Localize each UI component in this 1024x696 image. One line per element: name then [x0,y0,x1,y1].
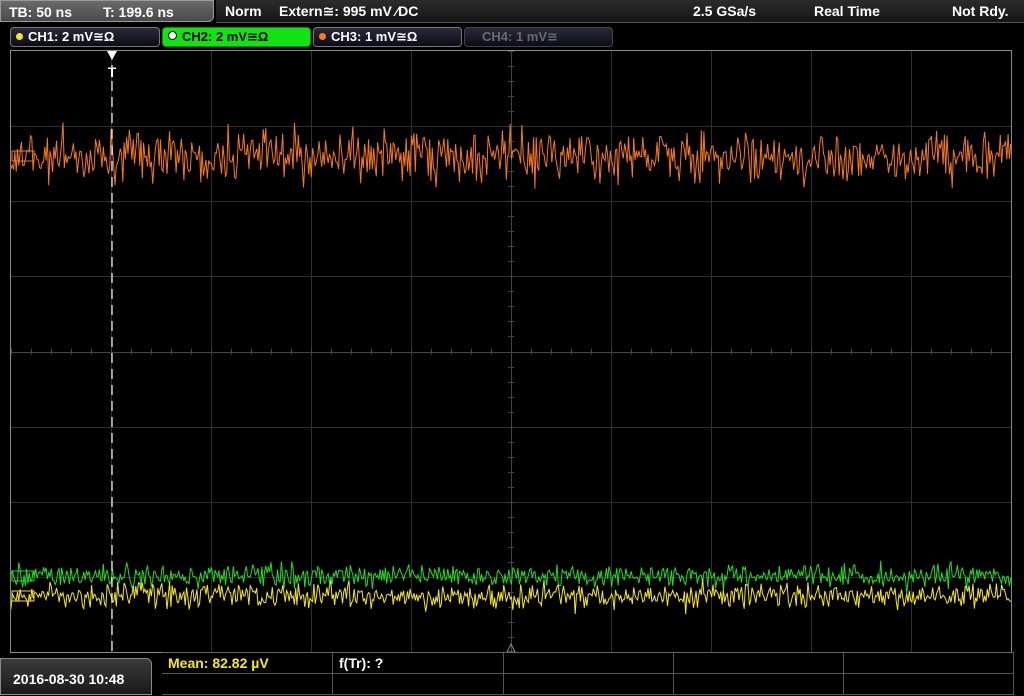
run-status: Not Rdy. [952,3,1009,19]
timebase-box[interactable]: TB: 50 ns T: 199.6 ns [0,0,214,22]
channel-3-tab[interactable]: CH3: 1 mV≅Ω [313,27,462,47]
waveform-canvas[interactable]: T [11,51,1011,652]
date-time: 2016-08-30 10:48 [13,671,125,687]
channel-1-tab[interactable]: CH1: 2 mV≅Ω [10,27,160,47]
measurement-cell-empty[interactable] [504,653,674,674]
trigger-marker-icon [107,51,117,60]
measurement-cell-empty[interactable] [162,674,333,695]
channel-3-dot-icon [319,33,326,40]
channel-3-trace [11,122,1011,189]
channel-2-label: CH2: 2 mV≅Ω [182,29,269,44]
measurement-panel[interactable]: Mean: 82.82 µV f(Tr): ? [162,652,1014,696]
trigger-source[interactable]: Extern≅: 995 mV ⁄DC [279,3,418,20]
measurement-cell-mean[interactable]: Mean: 82.82 µV [162,653,333,674]
channel-2-dot-icon [168,31,177,40]
channel-1-dot-icon [16,33,23,40]
sample-rate[interactable]: 2.5 GSa/s [693,3,756,19]
acquisition-mode[interactable]: Real Time [814,3,880,19]
channel-4-label: CH4: 1 mV≅ [482,29,558,44]
measurement-cell-empty[interactable] [844,653,1014,674]
channel-1-label: CH1: 2 mV≅Ω [28,29,115,44]
trigger-mode[interactable]: Norm [225,3,262,19]
channel-4-dot-icon [470,33,477,40]
timebase-label: TB: 50 ns [9,4,73,20]
measurement-cell-empty[interactable] [674,674,844,695]
date-box: 2016-08-30 10:48 [0,658,152,695]
top-status-bar: TB: 50 ns T: 199.6 ns Norm Extern≅: 995 … [0,0,1024,24]
trigger-time-label: T: 199.6 ns [103,4,174,20]
measurement-cell-empty[interactable] [674,653,844,674]
measurement-cell-empty[interactable] [844,674,1014,695]
measurement-cell-frequency[interactable]: f(Tr): ? [333,653,504,674]
channel-2-tab[interactable]: CH2: 2 mV≅Ω [162,27,311,47]
measurement-cell-empty[interactable] [333,674,504,695]
trigger-marker-label: T [108,64,117,80]
channel-3-label: CH3: 1 mV≅Ω [331,29,418,44]
channel-4-tab[interactable]: CH4: 1 mV≅ [464,27,613,47]
mean-measurement: Mean: 82.82 µV [168,655,269,671]
acquisition-status-bar[interactable]: Norm Extern≅: 995 mV ⁄DC 2.5 GSa/s Real … [216,0,1024,23]
frequency-measurement: f(Tr): ? [339,655,384,671]
bottom-bar: 2016-08-30 10:48 Mean: 82.82 µV f(Tr): ? [0,652,1024,695]
waveform-display[interactable]: T [10,50,1012,653]
measurement-cell-empty[interactable] [504,674,674,695]
channel-tabs: CH1: 2 mV≅Ω CH2: 2 mV≅Ω CH3: 1 mV≅Ω CH4:… [0,26,1024,48]
